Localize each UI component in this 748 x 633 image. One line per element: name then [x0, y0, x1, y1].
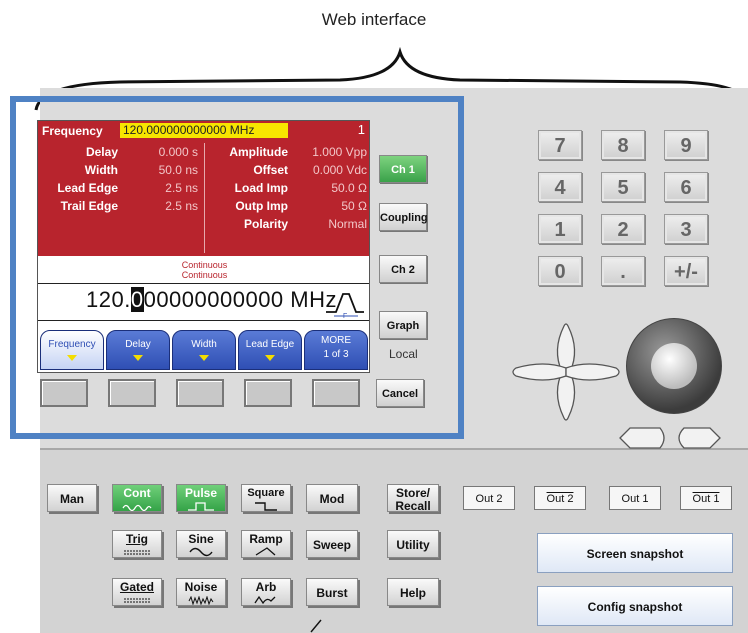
gated-button[interactable]: Gated [112, 578, 162, 606]
key-0[interactable]: 0 [538, 256, 582, 286]
ramp-wave-icon [255, 547, 276, 556]
sine-label: Sine [188, 532, 214, 546]
out2-button[interactable]: Out 2 [463, 486, 515, 510]
key-2[interactable]: 2 [601, 214, 645, 244]
pulse-wave-icon [188, 502, 214, 511]
square-wave-icon [255, 502, 277, 511]
continuous-wave-icon [122, 504, 152, 512]
arrow-up-icon [556, 323, 576, 373]
arrow-pad[interactable] [508, 320, 628, 424]
trig-button[interactable]: Trig [112, 530, 162, 558]
sine-button[interactable]: Sine [176, 530, 226, 558]
key-9[interactable]: 9 [664, 130, 708, 160]
key-7[interactable]: 7 [538, 130, 582, 160]
arb-label: Arb [255, 580, 277, 594]
store-label: Store/ [395, 486, 430, 500]
trig-label: Trig [125, 532, 148, 546]
key-decimal[interactable]: . [601, 256, 645, 286]
pulse-button[interactable]: Pulse [176, 484, 226, 512]
out2-neg-button[interactable]: Out 2 [534, 486, 586, 510]
arrow-right-icon [565, 363, 620, 381]
gated-label: Gated [119, 580, 154, 594]
screen-snapshot-button[interactable]: Screen snapshot [537, 533, 733, 573]
help-button[interactable]: Help [387, 578, 439, 606]
cont-label: Cont [123, 486, 151, 500]
recall-label: Recall [395, 499, 431, 513]
out1-neg-label: Out 1 [692, 493, 720, 505]
noise-label: Noise [184, 580, 218, 594]
utility-button[interactable]: Utility [387, 530, 439, 558]
gated-icon [124, 598, 150, 603]
trigger-icon [124, 550, 150, 555]
display-highlight-frame [10, 96, 464, 439]
arb-wave-icon [254, 595, 276, 605]
mod-button[interactable]: Mod [306, 484, 358, 512]
key-8[interactable]: 8 [601, 130, 645, 160]
key-5[interactable]: 5 [601, 172, 645, 202]
sine-wave-icon [189, 547, 213, 557]
out1-button[interactable]: Out 1 [609, 486, 661, 510]
store-recall-button[interactable]: Store/ Recall [387, 484, 439, 512]
square-label: Square [247, 487, 285, 499]
arb-button[interactable]: Arb [241, 578, 291, 606]
square-button[interactable]: Square [241, 484, 291, 512]
ramp-label: Ramp [249, 532, 283, 546]
arrow-left-icon [512, 363, 567, 381]
pointer-line [310, 619, 322, 633]
out1-neg-button[interactable]: Out 1 [680, 486, 732, 510]
key-plus-minus[interactable]: +/- [664, 256, 708, 286]
ramp-button[interactable]: Ramp [241, 530, 291, 558]
key-6[interactable]: 6 [664, 172, 708, 202]
knob-right-icon [678, 427, 721, 449]
rotary-knob-cap [651, 343, 697, 389]
man-button[interactable]: Man [47, 484, 97, 512]
config-snapshot-button[interactable]: Config snapshot [537, 586, 733, 626]
sweep-button[interactable]: Sweep [306, 530, 358, 558]
cont-button[interactable]: Cont [112, 484, 162, 512]
knob-left-right-buttons[interactable] [616, 424, 728, 452]
knob-left-icon [619, 427, 665, 449]
noise-wave-icon [188, 595, 214, 606]
pulse-label: Pulse [184, 486, 217, 500]
burst-button[interactable]: Burst [306, 578, 358, 606]
key-1[interactable]: 1 [538, 214, 582, 244]
out2-neg-label: Out 2 [546, 493, 574, 505]
key-3[interactable]: 3 [664, 214, 708, 244]
key-4[interactable]: 4 [538, 172, 582, 202]
noise-button[interactable]: Noise [176, 578, 226, 606]
arrow-down-icon [556, 371, 576, 421]
